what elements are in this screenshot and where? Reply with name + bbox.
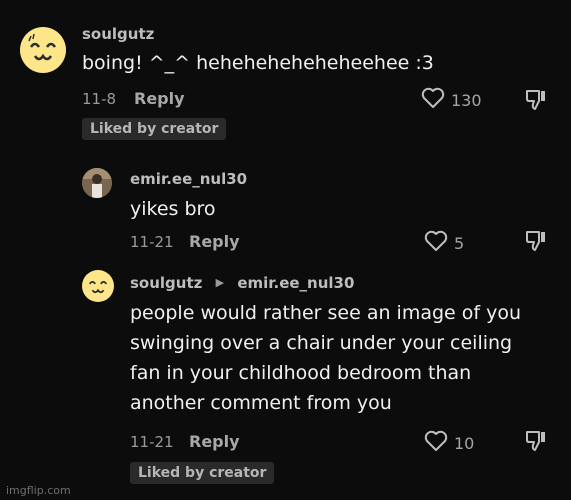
comment-text: yikes bro [130, 198, 216, 220]
heart-outline-icon [424, 430, 448, 456]
comment-username[interactable]: soulgutz [130, 274, 202, 292]
reply-button[interactable]: Reply [189, 432, 240, 451]
comment-date: 11-8 [82, 90, 117, 108]
watermark: imgflip.com [6, 484, 71, 497]
heart-outline-icon [424, 230, 448, 256]
like-button[interactable]: 130 [421, 87, 482, 113]
reply-button[interactable]: Reply [189, 232, 240, 251]
comment-username[interactable]: emir.ee_nul30 [130, 170, 247, 188]
heart-outline-icon [421, 87, 445, 113]
like-count: 130 [451, 90, 482, 110]
comment-text: people would rather see an image of you … [130, 298, 521, 418]
avatar-photo[interactable] [82, 168, 112, 198]
comment-text-line: swinging over a chair under your ceiling [130, 332, 513, 354]
comment-username-line: soulgutz ▶ emir.ee_nul30 [130, 274, 354, 292]
reply-button[interactable]: Reply [134, 89, 185, 108]
comment-username[interactable]: soulgutz [82, 25, 154, 43]
comment-3: soulgutz ▶ emir.ee_nul30 people would ra… [0, 260, 571, 500]
thumbs-down-icon [526, 90, 545, 110]
liked-by-creator-badge: Liked by creator [130, 462, 275, 484]
comment-date: 11-21 [130, 433, 174, 451]
comment-text-line: fan in your childhood bedroom than [130, 362, 472, 384]
thumbs-down-icon [526, 231, 545, 251]
liked-by-creator-badge: Liked by creator [82, 118, 227, 140]
reply-to-username[interactable]: emir.ee_nul30 [237, 274, 354, 292]
comment-1: soulgutz boing! ^_^ heheheheheheheehee :… [0, 0, 571, 150]
dislike-button[interactable] [524, 228, 548, 256]
comment-text: boing! ^_^ heheheheheheheehee :3 [82, 52, 434, 74]
comment-date: 11-21 [130, 233, 174, 251]
avatar-smiley-icon[interactable] [20, 27, 66, 73]
comment-text-line: people would rather see an image of you [130, 302, 522, 324]
comment-2: emir.ee_nul30 yikes bro 11-21 Reply 5 [0, 150, 571, 260]
dislike-button[interactable] [524, 87, 548, 115]
triangle-right-icon: ▶ [215, 276, 225, 289]
thumbs-down-icon [526, 431, 545, 451]
like-count: 10 [454, 433, 475, 453]
comment-text-line: another comment from you [130, 392, 392, 414]
like-count: 5 [454, 233, 465, 253]
dislike-button[interactable] [524, 428, 548, 456]
like-button[interactable]: 5 [424, 230, 464, 256]
like-button[interactable]: 10 [424, 430, 474, 456]
avatar-smiley-icon[interactable] [82, 270, 114, 302]
